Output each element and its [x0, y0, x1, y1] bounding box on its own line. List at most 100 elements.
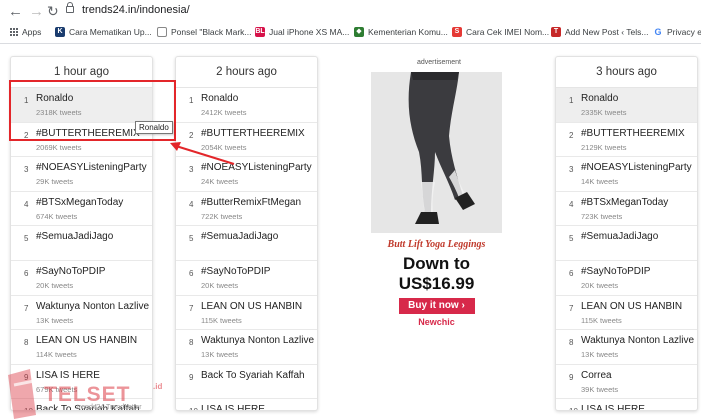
bookmark-item[interactable]: G Privacy er — [653, 27, 701, 37]
trend-name[interactable]: #SayNoToPDIP — [36, 266, 105, 277]
bookmark-label: Cara Cek IMEI Nom... — [466, 27, 550, 37]
bookmark-item[interactable]: Ponsel "Black Mark... — [157, 27, 252, 37]
trend-item[interactable]: 6 #SayNoToPDIP 20K tweets — [11, 261, 152, 296]
trend-name[interactable]: #SemuaJadiJago — [36, 231, 113, 242]
trend-item[interactable]: 9 Back To Syariah Kaffah — [176, 365, 317, 400]
trend-item[interactable]: 8 Waktunya Nonton Lazlive 13K tweets — [556, 330, 697, 365]
trend-name[interactable]: #NOEASYListeningParty — [36, 162, 147, 173]
trend-name[interactable]: #SemuaJadiJago — [581, 231, 658, 242]
trend-name[interactable]: Ronaldo — [201, 93, 238, 104]
trend-name[interactable]: Waktunya Nonton Lazlive — [36, 301, 149, 312]
trend-name[interactable]: #BUTTERTHEEREMIX — [581, 128, 685, 139]
trend-item[interactable]: 10LISA IS HERE711K tweets — [176, 399, 317, 410]
trend-item[interactable]: 4 #BTSxMeganToday 674K tweets — [11, 192, 152, 227]
lock-icon — [66, 2, 74, 13]
bookmark-item[interactable]: BL Jual iPhone XS MA... — [255, 27, 349, 37]
trend-item[interactable]: 1 Ronaldo 2412K tweets — [176, 88, 317, 123]
tweet-count: 723K tweets — [581, 211, 623, 221]
forward-arrow-icon[interactable]: → — [29, 3, 44, 20]
bookmark-item[interactable]: T Add New Post ‹ Tels... — [551, 27, 648, 37]
trend-name[interactable]: #SayNoToPDIP — [201, 266, 270, 277]
trend-name[interactable]: LISA IS HERE — [201, 404, 265, 410]
tweet-count: 2335K tweets — [581, 108, 627, 117]
bookmark-label: Apps — [22, 27, 42, 37]
ad-buy-button[interactable]: Buy it now › — [398, 298, 475, 314]
trend-name[interactable]: #NOEASYListeningParty — [581, 162, 692, 173]
column-title: 2 hours ago — [176, 57, 317, 88]
trend-rank: 2 — [569, 130, 574, 140]
trend-name[interactable]: LEAN ON US HANBIN — [36, 335, 137, 346]
trend-name[interactable]: LEAN ON US HANBIN — [201, 301, 302, 312]
trend-name[interactable]: #ButterRemixFtMegan — [201, 197, 301, 208]
tweet-count: 14K tweets — [581, 177, 619, 187]
trend-rank: 7 — [569, 303, 574, 313]
trend-item[interactable]: 7 Waktunya Nonton Lazlive 13K tweets — [11, 296, 152, 331]
reload-icon[interactable]: ↻ — [47, 3, 59, 20]
trend-name[interactable]: Back To Syariah Kaffah — [201, 370, 305, 381]
trend-item[interactable]: 2 #BUTTERTHEEREMIX 2129K tweets — [556, 123, 697, 158]
bookmark-label: Jual iPhone XS MA... — [269, 27, 350, 37]
ad-image[interactable] — [371, 72, 502, 233]
trend-item[interactable]: 5 #SemuaJadiJago — [176, 226, 317, 261]
address-bar[interactable]: trends24.in/indonesia/ — [82, 4, 190, 16]
trend-item[interactable]: 9 Correa 39K tweets — [556, 365, 697, 400]
trend-rank: 4 — [189, 199, 194, 209]
trend-item[interactable]: 4 #ButterRemixFtMegan 722K tweets — [176, 192, 317, 227]
bookmark-item[interactable]: K Cara Mematikan Up... — [55, 27, 152, 37]
bookmark-label: Privacy er — [667, 27, 701, 37]
back-arrow-icon[interactable]: ← — [8, 3, 23, 20]
trend-rank: 7 — [24, 303, 29, 313]
bookmark-item[interactable]: ◆ Kementerian Komu... — [354, 27, 448, 37]
trend-name[interactable]: #BTSxMeganToday — [581, 197, 668, 208]
bookmark-label: Kementerian Komu... — [368, 27, 448, 37]
trend-rank: 6 — [189, 268, 194, 278]
trend-rank: 10 — [189, 407, 198, 410]
trend-item[interactable]: 8 Waktunya Nonton Lazlive 13K tweets — [176, 330, 317, 365]
k-favicon-icon: K — [55, 27, 65, 37]
trend-name[interactable]: Waktunya Nonton Lazlive — [581, 335, 694, 346]
trend-rank: 6 — [569, 268, 574, 278]
trend-name[interactable]: Waktunya Nonton Lazlive — [201, 335, 314, 346]
trend-item[interactable]: 7 LEAN ON US HANBIN 115K tweets — [556, 296, 697, 331]
doc-favicon-icon — [157, 27, 167, 37]
tweet-count: 20K tweets — [201, 280, 239, 290]
tweet-count: 2069K tweets — [36, 142, 82, 152]
trend-item[interactable]: 6 #SayNoToPDIP 20K tweets — [556, 261, 697, 296]
trend-rank: 9 — [569, 372, 574, 382]
trend-name[interactable]: #SayNoToPDIP — [581, 266, 650, 277]
trend-item[interactable]: 7 LEAN ON US HANBIN 115K tweets — [176, 296, 317, 331]
bookmark-label: Add New Post ‹ Tels... — [565, 27, 649, 37]
tweet-count: 674K tweets — [36, 211, 78, 221]
tweet-count: 115K tweets — [201, 315, 242, 325]
bookmarks-bar: Apps K Cara Mematikan Up... Ponsel "Blac… — [0, 24, 701, 42]
ad-label: advertisement — [417, 59, 461, 66]
trend-item[interactable]: 5 #SemuaJadiJago — [11, 226, 152, 261]
trend-rank: 10 — [569, 407, 578, 410]
bookmark-apps[interactable]: Apps — [10, 27, 41, 37]
bookmark-label: Cara Mematikan Up... — [69, 27, 152, 37]
trend-name[interactable]: #SemuaJadiJago — [201, 231, 278, 242]
trend-item[interactable]: 10LISA IS HERE706K tweets — [556, 399, 697, 410]
trend-item[interactable]: 4 #BTSxMeganToday 723K tweets — [556, 192, 697, 227]
google-favicon-icon: G — [653, 27, 663, 37]
apps-grid-icon — [10, 28, 18, 36]
trend-name[interactable]: #BUTTERTHEEREMIX — [201, 128, 305, 139]
trend-name[interactable]: #BTSxMeganToday — [36, 197, 123, 208]
tweet-count: 2412K tweets — [201, 108, 247, 117]
trend-item[interactable]: 3 #NOEASYListeningParty 14K tweets — [556, 157, 697, 192]
trend-item[interactable]: 5 #SemuaJadiJago — [556, 226, 697, 261]
trend-item[interactable]: 6 #SayNoToPDIP 20K tweets — [176, 261, 317, 296]
ad-copy[interactable]: Butt Lift Yoga Leggings Down to US$16.99… — [371, 233, 502, 337]
bl-favicon-icon: BL — [255, 27, 265, 37]
trend-rank: 3 — [24, 165, 29, 175]
trend-name[interactable]: Correa — [581, 370, 612, 381]
trend-rank: 3 — [569, 165, 574, 175]
trend-item[interactable]: 1 Ronaldo 2335K tweets — [556, 88, 697, 123]
tweet-count: 20K tweets — [581, 280, 619, 290]
bookmark-item[interactable]: S Cara Cek IMEI Nom... — [452, 27, 549, 37]
trend-name[interactable]: LEAN ON US HANBIN — [581, 301, 682, 312]
trend-rank: 7 — [189, 303, 194, 313]
trend-item[interactable]: 3 #NOEASYListeningParty 29K tweets — [11, 157, 152, 192]
trend-name[interactable]: LISA IS HERE — [581, 404, 645, 410]
trend-name[interactable]: Ronaldo — [581, 93, 618, 104]
